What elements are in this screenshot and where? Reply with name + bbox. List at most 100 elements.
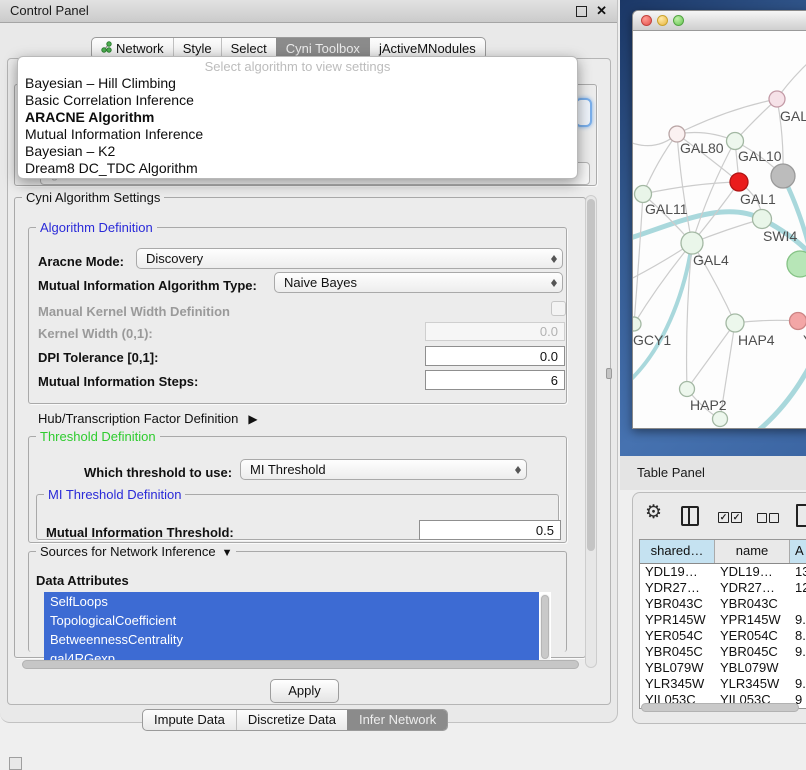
attribute-item[interactable]: TopologicalCoefficient [44,611,539,630]
algorithm-option[interactable]: Dream8 DC_TDC Algorithm [18,160,577,177]
which-threshold-label: Which threshold to use: [84,464,232,481]
hub-definition-expander[interactable]: Hub/Transcription Factor Definition▶ [38,410,258,428]
table-cell [790,596,806,612]
network-edge[interactable] [633,243,692,383]
mi-algorithm-type-combobox[interactable]: Naive Bayes [274,272,563,293]
algorithm-option[interactable]: Bayesian – K2 [18,143,577,160]
list-scrollbar-thumb[interactable] [541,595,549,659]
algorithm-option[interactable]: Basic Correlation Inference [18,92,577,109]
aracne-mode-combobox[interactable]: Discovery [136,248,563,269]
window-zoom-icon[interactable] [673,15,684,26]
network-edge[interactable] [643,182,739,194]
network-node[interactable] [633,317,641,331]
network-view-window[interactable]: GAL7GAL80GAL10GAL1GAL11SWI4GAL4GCY1HAP4Y… [632,10,806,429]
unselect-all-icon[interactable] [769,513,779,523]
network-node[interactable] [730,173,748,191]
which-threshold-combobox[interactable]: MI Threshold [240,459,527,480]
mi-steps-field[interactable]: 6 [425,370,565,390]
table-row[interactable]: YER054CYER054C8. [640,628,806,644]
tab-impute-data[interactable]: Impute Data [143,710,236,730]
network-window-titlebar[interactable] [633,11,806,31]
mi-algorithm-type-label: Mutual Information Algorithm Type: [38,277,257,294]
network-node-label: GAL1 [740,191,776,207]
table-cell: 12 [790,580,806,596]
settings-horizontal-scrollbar[interactable] [22,660,579,669]
settings-scrollbar-thumb[interactable] [587,199,595,551]
panel-splitter-grip[interactable] [606,368,612,379]
columns-icon[interactable] [681,506,699,526]
network-edge[interactable] [781,59,806,93]
network-canvas[interactable]: GAL7GAL80GAL10GAL1GAL11SWI4GAL4GCY1HAP4Y… [633,31,806,428]
network-node[interactable] [790,313,806,330]
mi-threshold-field[interactable]: 0.5 [419,520,561,540]
network-node[interactable] [726,314,744,332]
apply-button[interactable]: Apply [270,679,339,703]
table-cell: YBR045C [640,644,715,660]
algorithm-option[interactable]: ARACNE Algorithm [18,109,577,126]
column-header-partial[interactable]: A [790,540,806,563]
table-body: YDL19…YDL19…13YDR27…YDR27…12YBR043CYBR04… [640,564,806,708]
mi-threshold-definition-title: MI Threshold Definition [44,487,185,502]
network-node[interactable] [753,210,772,229]
column-header-name[interactable]: name [715,540,790,563]
attribute-item[interactable]: BetweennessCentrality [44,630,539,649]
algorithm-option[interactable]: Bayesian – Hill Climbing [18,75,577,92]
table-cell: 9. [790,676,806,692]
table-row[interactable]: YPR145WYPR145W9. [640,612,806,628]
data-attributes-list[interactable]: SelfLoopsTopologicalCoefficientBetweenne… [44,592,551,668]
control-panel-titlebar: Control Panel ✕ [0,0,617,23]
column-header-shared-name[interactable]: shared… [640,540,715,563]
network-node[interactable] [769,91,785,107]
table-header-row: shared… name A [640,540,806,564]
table-row[interactable]: YLR345WYLR345W9. [640,676,806,692]
table-row[interactable]: YDR27…YDR27…12 [640,580,806,596]
table-row[interactable]: YBR043CYBR043C [640,596,806,612]
settings-group-title: Cyni Algorithm Settings [22,190,164,205]
network-node[interactable] [635,186,652,203]
kernel-width-field[interactable]: 0.0 [425,322,565,341]
list-scrollbar[interactable] [540,594,550,664]
network-node-label: GAL10 [738,148,782,164]
control-panel-title: Control Panel [10,0,89,22]
table-cell: YER054C [640,628,715,644]
table-cell: YDR27… [640,580,715,596]
attribute-item[interactable]: SelfLoops [44,592,539,611]
manual-kernel-width-checkbox[interactable] [551,301,566,316]
window-minimize-icon[interactable] [657,15,668,26]
network-node[interactable] [681,232,703,254]
network-node[interactable] [771,164,795,188]
window-close-icon[interactable] [641,15,652,26]
tab-discretize-data[interactable]: Discretize Data [236,710,347,730]
gear-icon[interactable]: ⚙ [645,501,662,524]
sources-group-title[interactable]: Sources for Network Inference▼ [36,544,236,561]
table-cell: YDL19… [715,564,790,580]
network-node[interactable] [787,251,806,277]
table-row[interactable]: YBL079WYBL079W [640,660,806,676]
network-node[interactable] [713,412,728,427]
unselect-all-icon[interactable] [757,513,767,523]
network-edge[interactable] [643,134,677,194]
network-edge[interactable] [687,323,735,389]
table-row[interactable]: YDL19…YDL19…13 [640,564,806,580]
algorithm-option[interactable]: Mutual Information Inference [18,126,577,143]
network-node-label: SWI4 [763,228,797,244]
tab-infer-network[interactable]: Infer Network [347,710,447,730]
document-icon[interactable] [796,504,806,527]
select-all-checked-icon[interactable]: ✓ [718,512,729,523]
network-edge[interactable] [677,99,777,134]
network-edge[interactable] [689,356,806,428]
network-node[interactable] [727,133,744,150]
close-icon[interactable]: ✕ [596,3,607,19]
minimized-panel-icon[interactable] [9,757,22,770]
select-all-checked-icon[interactable]: ✓ [731,512,742,523]
algorithm-definition-title: Algorithm Definition [36,220,157,235]
dpi-tolerance-field[interactable]: 0.0 [425,346,565,366]
table-cell: YLR345W [640,676,715,692]
table-horizontal-scrollbar[interactable] [641,703,799,712]
network-edge[interactable] [634,194,643,324]
network-node[interactable] [680,382,695,397]
settings-vertical-scrollbar[interactable] [585,195,597,668]
table-row[interactable]: YBR045CYBR045C9. [640,644,806,660]
float-window-icon[interactable] [576,6,587,17]
network-edge[interactable] [692,141,735,243]
